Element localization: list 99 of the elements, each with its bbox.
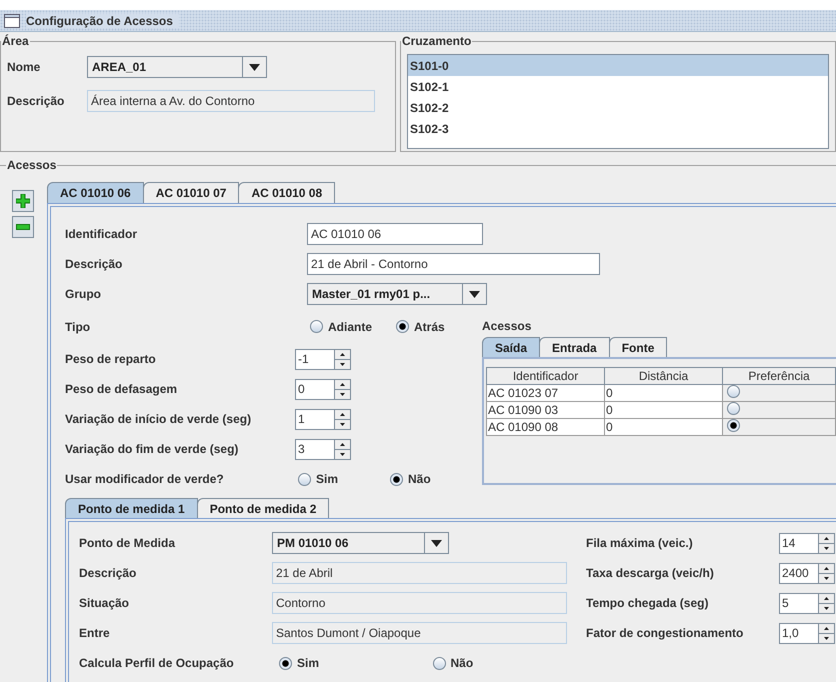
- down-arrow-icon: [824, 636, 829, 640]
- table-cell: AC 01023 07: [486, 384, 604, 402]
- window-title: Configuração de Acessos: [26, 14, 179, 28]
- caret-icon: [431, 540, 442, 546]
- group-title: Área: [1, 34, 30, 48]
- tab[interactable]: Fonte: [608, 337, 668, 357]
- field-label: Grupo: [65, 287, 101, 301]
- text-field[interactable]: Santos Dumont / Oiapoque: [272, 622, 567, 644]
- down-arrow-icon: [824, 546, 829, 550]
- field-label: Situação: [79, 596, 130, 610]
- radio-icon[interactable]: [727, 419, 740, 432]
- down-arrow-icon: [340, 422, 345, 426]
- field-label: Taxa descarga (veic/h): [586, 566, 714, 580]
- section-label: Acessos: [482, 319, 532, 333]
- field-label: Peso de reparto: [65, 352, 156, 366]
- field-label: Tipo: [65, 320, 90, 334]
- tab[interactable]: Ponto de medida 2: [196, 498, 330, 518]
- caret-icon: [249, 64, 260, 70]
- decrement-button[interactable]: [335, 448, 350, 458]
- field-label: Descrição: [65, 257, 122, 271]
- decrement-button[interactable]: [819, 632, 834, 642]
- down-arrow-icon: [824, 576, 829, 580]
- table-cell: 0: [604, 384, 722, 402]
- decrement-button[interactable]: [335, 388, 350, 398]
- field-label: Descrição: [7, 94, 66, 108]
- field-label: Variação do fim de verde (seg): [65, 442, 238, 456]
- up-arrow-icon: [824, 566, 829, 570]
- radio-option[interactable]: Sim: [279, 656, 432, 670]
- up-arrow-icon: [340, 352, 345, 356]
- field-label: Entre: [79, 626, 110, 640]
- remove-button[interactable]: [12, 216, 34, 238]
- field-label: Descrição: [79, 566, 136, 580]
- down-arrow-icon: [340, 452, 345, 456]
- dropdown[interactable]: Master_01 rmy01 p...: [307, 283, 487, 305]
- caret-icon: [469, 290, 480, 298]
- table-cell: AC 01090 03: [486, 402, 604, 418]
- radio-option[interactable]: Não: [390, 472, 482, 486]
- number-field[interactable]: 3: [295, 438, 335, 460]
- tab[interactable]: Saída: [482, 337, 540, 357]
- field-label: Usar modificador de verde?: [65, 472, 224, 486]
- field-label: Fila máxima (veic.): [586, 536, 693, 550]
- up-arrow-icon: [340, 442, 345, 446]
- number-field[interactable]: 2400: [779, 562, 819, 584]
- text-field[interactable]: 21 de Abril: [272, 562, 567, 584]
- down-arrow-icon: [824, 606, 829, 610]
- radio-icon[interactable]: [727, 402, 740, 415]
- number-field[interactable]: 1,0: [779, 622, 819, 644]
- column-header[interactable]: Distância: [604, 368, 722, 384]
- field-label: Fator de congestionamento: [586, 626, 744, 640]
- group-title: Cruzamento: [401, 34, 472, 48]
- decrement-button[interactable]: [819, 572, 834, 582]
- radio-option[interactable]: Adiante: [310, 320, 396, 334]
- field-label: Calcula Perfil de Ocupação: [79, 656, 234, 670]
- field-label: Peso de defasagem: [65, 382, 178, 396]
- dropdown[interactable]: AREA_01: [87, 56, 267, 78]
- up-arrow-icon: [340, 412, 345, 416]
- up-arrow-icon: [340, 382, 345, 386]
- field-label: Nome: [7, 60, 42, 74]
- decrement-button[interactable]: [335, 418, 350, 428]
- table-cell: 0: [604, 418, 722, 436]
- group-title: Acessos: [6, 158, 58, 172]
- down-arrow-icon: [340, 362, 345, 366]
- radio-icon[interactable]: [727, 385, 740, 398]
- decrement-button[interactable]: [819, 602, 834, 612]
- dropdown[interactable]: PM 01010 06: [272, 532, 449, 554]
- column-header[interactable]: Identificador: [486, 368, 604, 384]
- minus-icon: [16, 224, 30, 230]
- number-field[interactable]: 5: [779, 592, 819, 614]
- up-arrow-icon: [824, 626, 829, 630]
- decrement-button[interactable]: [819, 542, 834, 552]
- add-button[interactable]: [12, 190, 34, 212]
- radio-option[interactable]: Não: [432, 656, 586, 670]
- field-label: Ponto de Medida: [79, 536, 175, 550]
- table-cell: 0: [604, 402, 722, 418]
- field-label: Variação de início de verde (seg): [65, 412, 252, 426]
- number-field[interactable]: -1: [295, 348, 335, 370]
- window-icon: [4, 14, 20, 28]
- radio-option[interactable]: Sim: [298, 472, 390, 486]
- plus-icon: [16, 194, 30, 208]
- up-arrow-icon: [824, 596, 829, 600]
- radio-option[interactable]: Atrás: [396, 320, 482, 334]
- text-field[interactable]: Contorno: [272, 592, 567, 614]
- number-field[interactable]: 14: [779, 532, 819, 554]
- decrement-button[interactable]: [335, 358, 350, 368]
- tab[interactable]: AC 01010 06: [47, 182, 144, 203]
- number-field[interactable]: 1: [295, 408, 335, 430]
- table-cell: AC 01090 08: [486, 418, 604, 436]
- tab[interactable]: Ponto de medida 1: [65, 498, 198, 518]
- field-label: Identificador: [65, 227, 138, 241]
- up-arrow-icon: [824, 536, 829, 540]
- field-label: Tempo chegada (seg): [586, 596, 708, 610]
- tab[interactable]: AC 01010 08: [238, 182, 336, 203]
- description-field[interactable]: Área interna a Av. do Contorno: [87, 90, 375, 112]
- list-item[interactable]: S101-0: [408, 55, 828, 76]
- column-header[interactable]: Preferência: [722, 368, 836, 384]
- down-arrow-icon: [340, 392, 345, 396]
- number-field[interactable]: 0: [295, 378, 335, 400]
- text-field[interactable]: 21 de Abril - Contorno: [307, 253, 600, 275]
- text-field[interactable]: AC 01010 06: [307, 223, 483, 245]
